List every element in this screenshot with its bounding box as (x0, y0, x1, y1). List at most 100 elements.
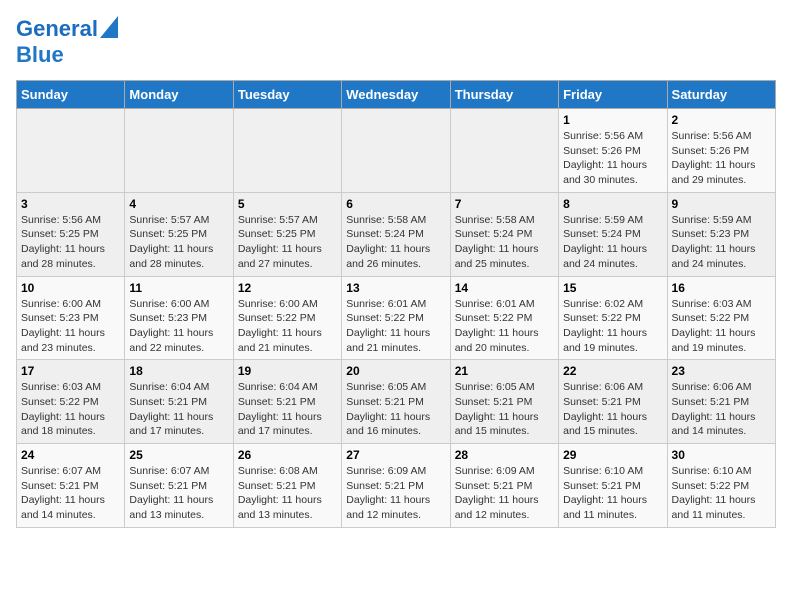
day-number: 3 (21, 197, 120, 211)
day-number: 24 (21, 448, 120, 462)
day-info: Sunrise: 6:05 AM Sunset: 5:21 PM Dayligh… (455, 380, 554, 439)
weekday-header-cell: Thursday (450, 81, 558, 109)
calendar-cell: 25 Sunrise: 6:07 AM Sunset: 5:21 PM Dayli… (125, 444, 233, 528)
day-number: 9 (672, 197, 771, 211)
calendar-cell: 15 Sunrise: 6:02 AM Sunset: 5:22 PM Dayli… (559, 276, 667, 360)
day-info: Sunrise: 6:09 AM Sunset: 5:21 PM Dayligh… (346, 464, 445, 523)
calendar-cell: 4 Sunrise: 5:57 AM Sunset: 5:25 PM Daylig… (125, 192, 233, 276)
day-number: 17 (21, 364, 120, 378)
day-number: 18 (129, 364, 228, 378)
day-number: 15 (563, 281, 662, 295)
day-info: Sunrise: 6:00 AM Sunset: 5:23 PM Dayligh… (129, 297, 228, 356)
calendar-week-row: 10 Sunrise: 6:00 AM Sunset: 5:23 PM Dayli… (17, 276, 776, 360)
calendar-week-row: 17 Sunrise: 6:03 AM Sunset: 5:22 PM Dayli… (17, 360, 776, 444)
calendar-cell: 16Sunrise: 6:03 AM Sunset: 5:22 PM Dayli… (667, 276, 775, 360)
calendar-cell: 30 Sunrise: 6:10 AM Sunset: 5:22 PM Dayli… (667, 444, 775, 528)
day-number: 23 (672, 364, 771, 378)
page-header: General Blue (16, 16, 776, 68)
calendar-cell: 19 Sunrise: 6:04 AM Sunset: 5:21 PM Dayli… (233, 360, 341, 444)
day-info: Sunrise: 6:03 AM Sunset: 5:22 PM Dayligh… (672, 297, 771, 356)
day-info: Sunrise: 5:58 AM Sunset: 5:24 PM Dayligh… (346, 213, 445, 272)
day-info: Sunrise: 6:06 AM Sunset: 5:21 PM Dayligh… (563, 380, 662, 439)
day-number: 29 (563, 448, 662, 462)
weekday-header-cell: Sunday (17, 81, 125, 109)
calendar-cell: 17 Sunrise: 6:03 AM Sunset: 5:22 PM Dayli… (17, 360, 125, 444)
calendar-table: SundayMondayTuesdayWednesdayThursdayFrid… (16, 80, 776, 528)
day-info: Sunrise: 6:07 AM Sunset: 5:21 PM Dayligh… (129, 464, 228, 523)
weekday-header-cell: Monday (125, 81, 233, 109)
day-info: Sunrise: 6:02 AM Sunset: 5:22 PM Dayligh… (563, 297, 662, 356)
logo-text: General (16, 16, 98, 42)
weekday-header-row: SundayMondayTuesdayWednesdayThursdayFrid… (17, 81, 776, 109)
calendar-cell (342, 109, 450, 193)
calendar-cell: 11 Sunrise: 6:00 AM Sunset: 5:23 PM Dayli… (125, 276, 233, 360)
day-info: Sunrise: 6:06 AM Sunset: 5:21 PM Dayligh… (672, 380, 771, 439)
day-info: Sunrise: 6:03 AM Sunset: 5:22 PM Dayligh… (21, 380, 120, 439)
calendar-cell: 6 Sunrise: 5:58 AM Sunset: 5:24 PM Daylig… (342, 192, 450, 276)
calendar-week-row: 1Sunrise: 5:56 AM Sunset: 5:26 PM Daylig… (17, 109, 776, 193)
weekday-header-cell: Wednesday (342, 81, 450, 109)
day-info: Sunrise: 6:05 AM Sunset: 5:21 PM Dayligh… (346, 380, 445, 439)
day-info: Sunrise: 6:10 AM Sunset: 5:21 PM Dayligh… (563, 464, 662, 523)
day-number: 4 (129, 197, 228, 211)
calendar-cell: 10Sunrise: 6:00 AM Sunset: 5:23 PM Dayli… (17, 276, 125, 360)
day-info: Sunrise: 5:57 AM Sunset: 5:25 PM Dayligh… (238, 213, 337, 272)
calendar-cell: 26 Sunrise: 6:08 AM Sunset: 5:21 PM Dayli… (233, 444, 341, 528)
day-info: Sunrise: 6:10 AM Sunset: 5:22 PM Dayligh… (672, 464, 771, 523)
day-number: 19 (238, 364, 337, 378)
calendar-cell: 18 Sunrise: 6:04 AM Sunset: 5:21 PM Dayli… (125, 360, 233, 444)
weekday-header-cell: Tuesday (233, 81, 341, 109)
calendar-cell: 2Sunrise: 5:56 AM Sunset: 5:26 PM Daylig… (667, 109, 775, 193)
calendar-cell: 23 Sunrise: 6:06 AM Sunset: 5:21 PM Dayli… (667, 360, 775, 444)
day-number: 7 (455, 197, 554, 211)
calendar-cell: 24 Sunrise: 6:07 AM Sunset: 5:21 PM Dayli… (17, 444, 125, 528)
day-number: 26 (238, 448, 337, 462)
day-info: Sunrise: 5:57 AM Sunset: 5:25 PM Dayligh… (129, 213, 228, 272)
weekday-header-cell: Friday (559, 81, 667, 109)
day-info: Sunrise: 6:00 AM Sunset: 5:22 PM Dayligh… (238, 297, 337, 356)
day-number: 11 (129, 281, 228, 295)
calendar-week-row: 3 Sunrise: 5:56 AM Sunset: 5:25 PM Daylig… (17, 192, 776, 276)
calendar-cell: 9 Sunrise: 5:59 AM Sunset: 5:23 PM Daylig… (667, 192, 775, 276)
day-info: Sunrise: 6:04 AM Sunset: 5:21 PM Dayligh… (238, 380, 337, 439)
logo-blue-text: Blue (16, 42, 64, 68)
calendar-cell: 5 Sunrise: 5:57 AM Sunset: 5:25 PM Daylig… (233, 192, 341, 276)
day-number: 20 (346, 364, 445, 378)
day-number: 25 (129, 448, 228, 462)
day-number: 10 (21, 281, 120, 295)
calendar-cell: 13Sunrise: 6:01 AM Sunset: 5:22 PM Dayli… (342, 276, 450, 360)
day-info: Sunrise: 5:59 AM Sunset: 5:24 PM Dayligh… (563, 213, 662, 272)
logo: General Blue (16, 16, 118, 68)
day-info: Sunrise: 5:58 AM Sunset: 5:24 PM Dayligh… (455, 213, 554, 272)
day-info: Sunrise: 5:59 AM Sunset: 5:23 PM Dayligh… (672, 213, 771, 272)
day-number: 22 (563, 364, 662, 378)
day-number: 27 (346, 448, 445, 462)
logo-triangle-icon (100, 16, 118, 38)
calendar-cell: 27 Sunrise: 6:09 AM Sunset: 5:21 PM Dayli… (342, 444, 450, 528)
day-info: Sunrise: 6:04 AM Sunset: 5:21 PM Dayligh… (129, 380, 228, 439)
day-info: Sunrise: 6:07 AM Sunset: 5:21 PM Dayligh… (21, 464, 120, 523)
weekday-header-cell: Saturday (667, 81, 775, 109)
calendar-cell (17, 109, 125, 193)
calendar-cell: 3 Sunrise: 5:56 AM Sunset: 5:25 PM Daylig… (17, 192, 125, 276)
calendar-cell: 29 Sunrise: 6:10 AM Sunset: 5:21 PM Dayli… (559, 444, 667, 528)
calendar-cell: 1Sunrise: 5:56 AM Sunset: 5:26 PM Daylig… (559, 109, 667, 193)
calendar-cell (125, 109, 233, 193)
calendar-body: 1Sunrise: 5:56 AM Sunset: 5:26 PM Daylig… (17, 109, 776, 528)
calendar-cell: 22 Sunrise: 6:06 AM Sunset: 5:21 PM Dayli… (559, 360, 667, 444)
day-number: 12 (238, 281, 337, 295)
day-info: Sunrise: 5:56 AM Sunset: 5:25 PM Dayligh… (21, 213, 120, 272)
day-number: 5 (238, 197, 337, 211)
calendar-cell (450, 109, 558, 193)
calendar-cell: 28Sunrise: 6:09 AM Sunset: 5:21 PM Dayli… (450, 444, 558, 528)
calendar-cell: 12 Sunrise: 6:00 AM Sunset: 5:22 PM Dayli… (233, 276, 341, 360)
calendar-cell: 20 Sunrise: 6:05 AM Sunset: 5:21 PM Dayli… (342, 360, 450, 444)
day-info: Sunrise: 5:56 AM Sunset: 5:26 PM Dayligh… (563, 129, 662, 188)
calendar-cell: 21Sunrise: 6:05 AM Sunset: 5:21 PM Dayli… (450, 360, 558, 444)
day-number: 30 (672, 448, 771, 462)
day-number: 6 (346, 197, 445, 211)
day-number: 14 (455, 281, 554, 295)
day-info: Sunrise: 6:01 AM Sunset: 5:22 PM Dayligh… (455, 297, 554, 356)
day-info: Sunrise: 6:08 AM Sunset: 5:21 PM Dayligh… (238, 464, 337, 523)
calendar-week-row: 24 Sunrise: 6:07 AM Sunset: 5:21 PM Dayli… (17, 444, 776, 528)
